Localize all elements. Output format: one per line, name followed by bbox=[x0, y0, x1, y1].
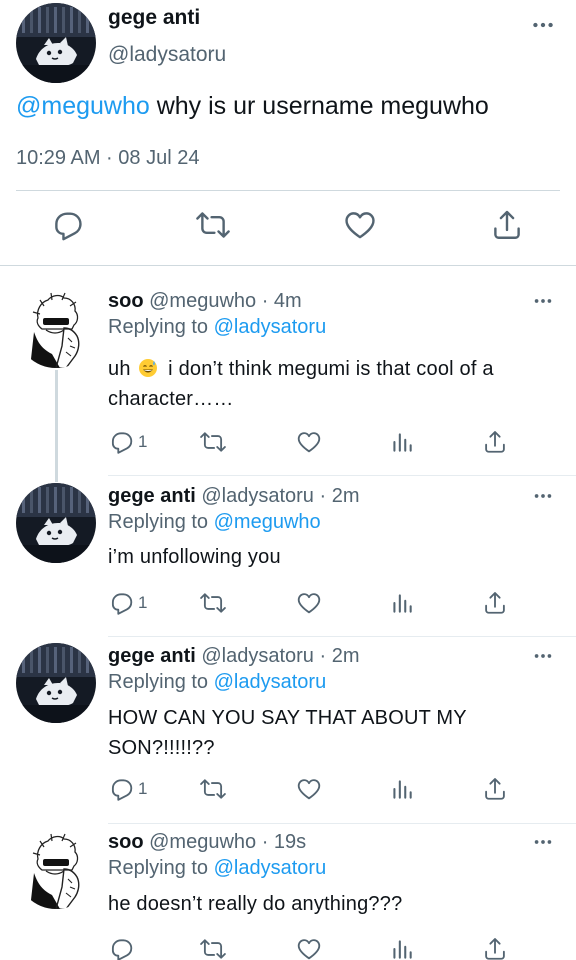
replying-to: Replying to @ladysatoru bbox=[108, 857, 326, 880]
tweet-body: why is ur username meguwho bbox=[149, 92, 489, 120]
handle-time: @meguwho · 19s bbox=[143, 831, 307, 853]
more-options-icon[interactable] bbox=[530, 485, 556, 507]
mention-link[interactable]: @ladysatoru bbox=[214, 857, 327, 879]
reply-header: soo @meguwho · 4m bbox=[108, 290, 302, 313]
reply-count: 1 bbox=[138, 432, 148, 451]
mention-link[interactable]: @meguwho bbox=[214, 511, 321, 533]
thread-line bbox=[55, 370, 58, 482]
avatar[interactable] bbox=[16, 483, 96, 563]
divider bbox=[16, 190, 560, 191]
reply-button[interactable]: 1 bbox=[108, 589, 147, 617]
reply-button[interactable]: 1 bbox=[108, 428, 147, 456]
stats-icon[interactable] bbox=[389, 775, 415, 803]
stats-icon[interactable] bbox=[389, 589, 415, 617]
reply-text-part: uh bbox=[108, 358, 137, 380]
share-icon[interactable] bbox=[482, 775, 508, 803]
share-icon[interactable] bbox=[490, 208, 524, 242]
like-icon[interactable] bbox=[296, 428, 322, 456]
avatar[interactable] bbox=[16, 643, 96, 723]
mention-link[interactable]: @ladysatoru bbox=[214, 671, 327, 693]
replying-to: Replying to @meguwho bbox=[108, 511, 321, 534]
reply-text: HOW CAN YOU SAY THAT ABOUT MY SON?!!!!!?… bbox=[108, 707, 467, 759]
reply-text-part: i don’t think megumi is that cool of a c… bbox=[108, 358, 494, 410]
sweat-smile-emoji bbox=[139, 359, 158, 377]
display-name[interactable]: gege anti bbox=[108, 6, 200, 30]
mention-link[interactable]: @ladysatoru bbox=[214, 316, 327, 338]
avatar[interactable] bbox=[16, 3, 96, 83]
reply-actions bbox=[0, 935, 576, 960]
retweet-icon[interactable] bbox=[200, 428, 226, 456]
more-options-icon[interactable] bbox=[530, 831, 556, 853]
divider bbox=[0, 265, 576, 266]
mention-link[interactable]: @meguwho bbox=[16, 92, 150, 120]
replying-prefix: Replying to bbox=[108, 316, 214, 338]
retweet-icon[interactable] bbox=[200, 935, 226, 960]
stats-icon[interactable] bbox=[389, 935, 415, 960]
retweet-icon[interactable] bbox=[200, 775, 226, 803]
reply-button[interactable]: 1 bbox=[108, 775, 147, 803]
retweet-icon[interactable] bbox=[200, 589, 226, 617]
reply-actions: 1 bbox=[0, 428, 576, 458]
reply-actions: 1 bbox=[0, 775, 576, 805]
reply-text: he doesn’t really do anything??? bbox=[108, 893, 403, 915]
replying-to: Replying to @ladysatoru bbox=[108, 316, 326, 339]
divider bbox=[108, 475, 576, 476]
reply-header: gege anti @ladysatoru · 2m bbox=[108, 645, 360, 668]
display-name[interactable]: soo bbox=[108, 290, 144, 312]
replying-to: Replying to @ladysatoru bbox=[108, 671, 326, 694]
more-options-icon[interactable] bbox=[530, 645, 556, 667]
reply-text: i’m unfollowing you bbox=[108, 546, 281, 568]
reply-text: uh i don’t think megumi is that cool of … bbox=[108, 354, 558, 414]
handle-time: @ladysatoru · 2m bbox=[195, 645, 360, 667]
reply-header: soo @meguwho · 19s bbox=[108, 831, 306, 854]
display-name[interactable]: soo bbox=[108, 831, 144, 853]
tweet-text: @meguwho why is ur username meguwho bbox=[16, 92, 489, 121]
divider bbox=[108, 636, 576, 637]
retweet-icon[interactable] bbox=[196, 208, 230, 242]
replying-prefix: Replying to bbox=[108, 511, 214, 533]
user-handle[interactable]: @ladysatoru bbox=[108, 43, 226, 67]
reply-header: gege anti @ladysatoru · 2m bbox=[108, 485, 360, 508]
main-tweet: gege anti @ladysatoru @meguwho why is ur… bbox=[0, 0, 576, 266]
handle-time: @meguwho · 4m bbox=[143, 290, 302, 312]
avatar[interactable] bbox=[16, 288, 96, 368]
reply-icon[interactable] bbox=[50, 208, 84, 242]
share-icon[interactable] bbox=[482, 589, 508, 617]
replying-prefix: Replying to bbox=[108, 857, 214, 879]
more-options-icon[interactable] bbox=[530, 12, 556, 38]
reply-actions: 1 bbox=[0, 589, 576, 619]
display-name[interactable]: gege anti bbox=[108, 485, 196, 507]
reply-count: 1 bbox=[138, 779, 148, 798]
tweet-timestamp[interactable]: 10:29 AM · 08 Jul 24 bbox=[16, 147, 199, 170]
stats-icon[interactable] bbox=[389, 428, 415, 456]
display-name[interactable]: gege anti bbox=[108, 645, 196, 667]
divider bbox=[108, 823, 576, 824]
more-options-icon[interactable] bbox=[530, 290, 556, 312]
like-icon[interactable] bbox=[296, 589, 322, 617]
like-icon[interactable] bbox=[343, 208, 377, 242]
like-icon[interactable] bbox=[296, 935, 322, 960]
handle-time: @ladysatoru · 2m bbox=[195, 485, 360, 507]
share-icon[interactable] bbox=[482, 935, 508, 960]
avatar[interactable] bbox=[16, 829, 96, 909]
reply-button[interactable] bbox=[108, 935, 138, 960]
replying-prefix: Replying to bbox=[108, 671, 214, 693]
reply-count: 1 bbox=[138, 593, 148, 612]
share-icon[interactable] bbox=[482, 428, 508, 456]
like-icon[interactable] bbox=[296, 775, 322, 803]
